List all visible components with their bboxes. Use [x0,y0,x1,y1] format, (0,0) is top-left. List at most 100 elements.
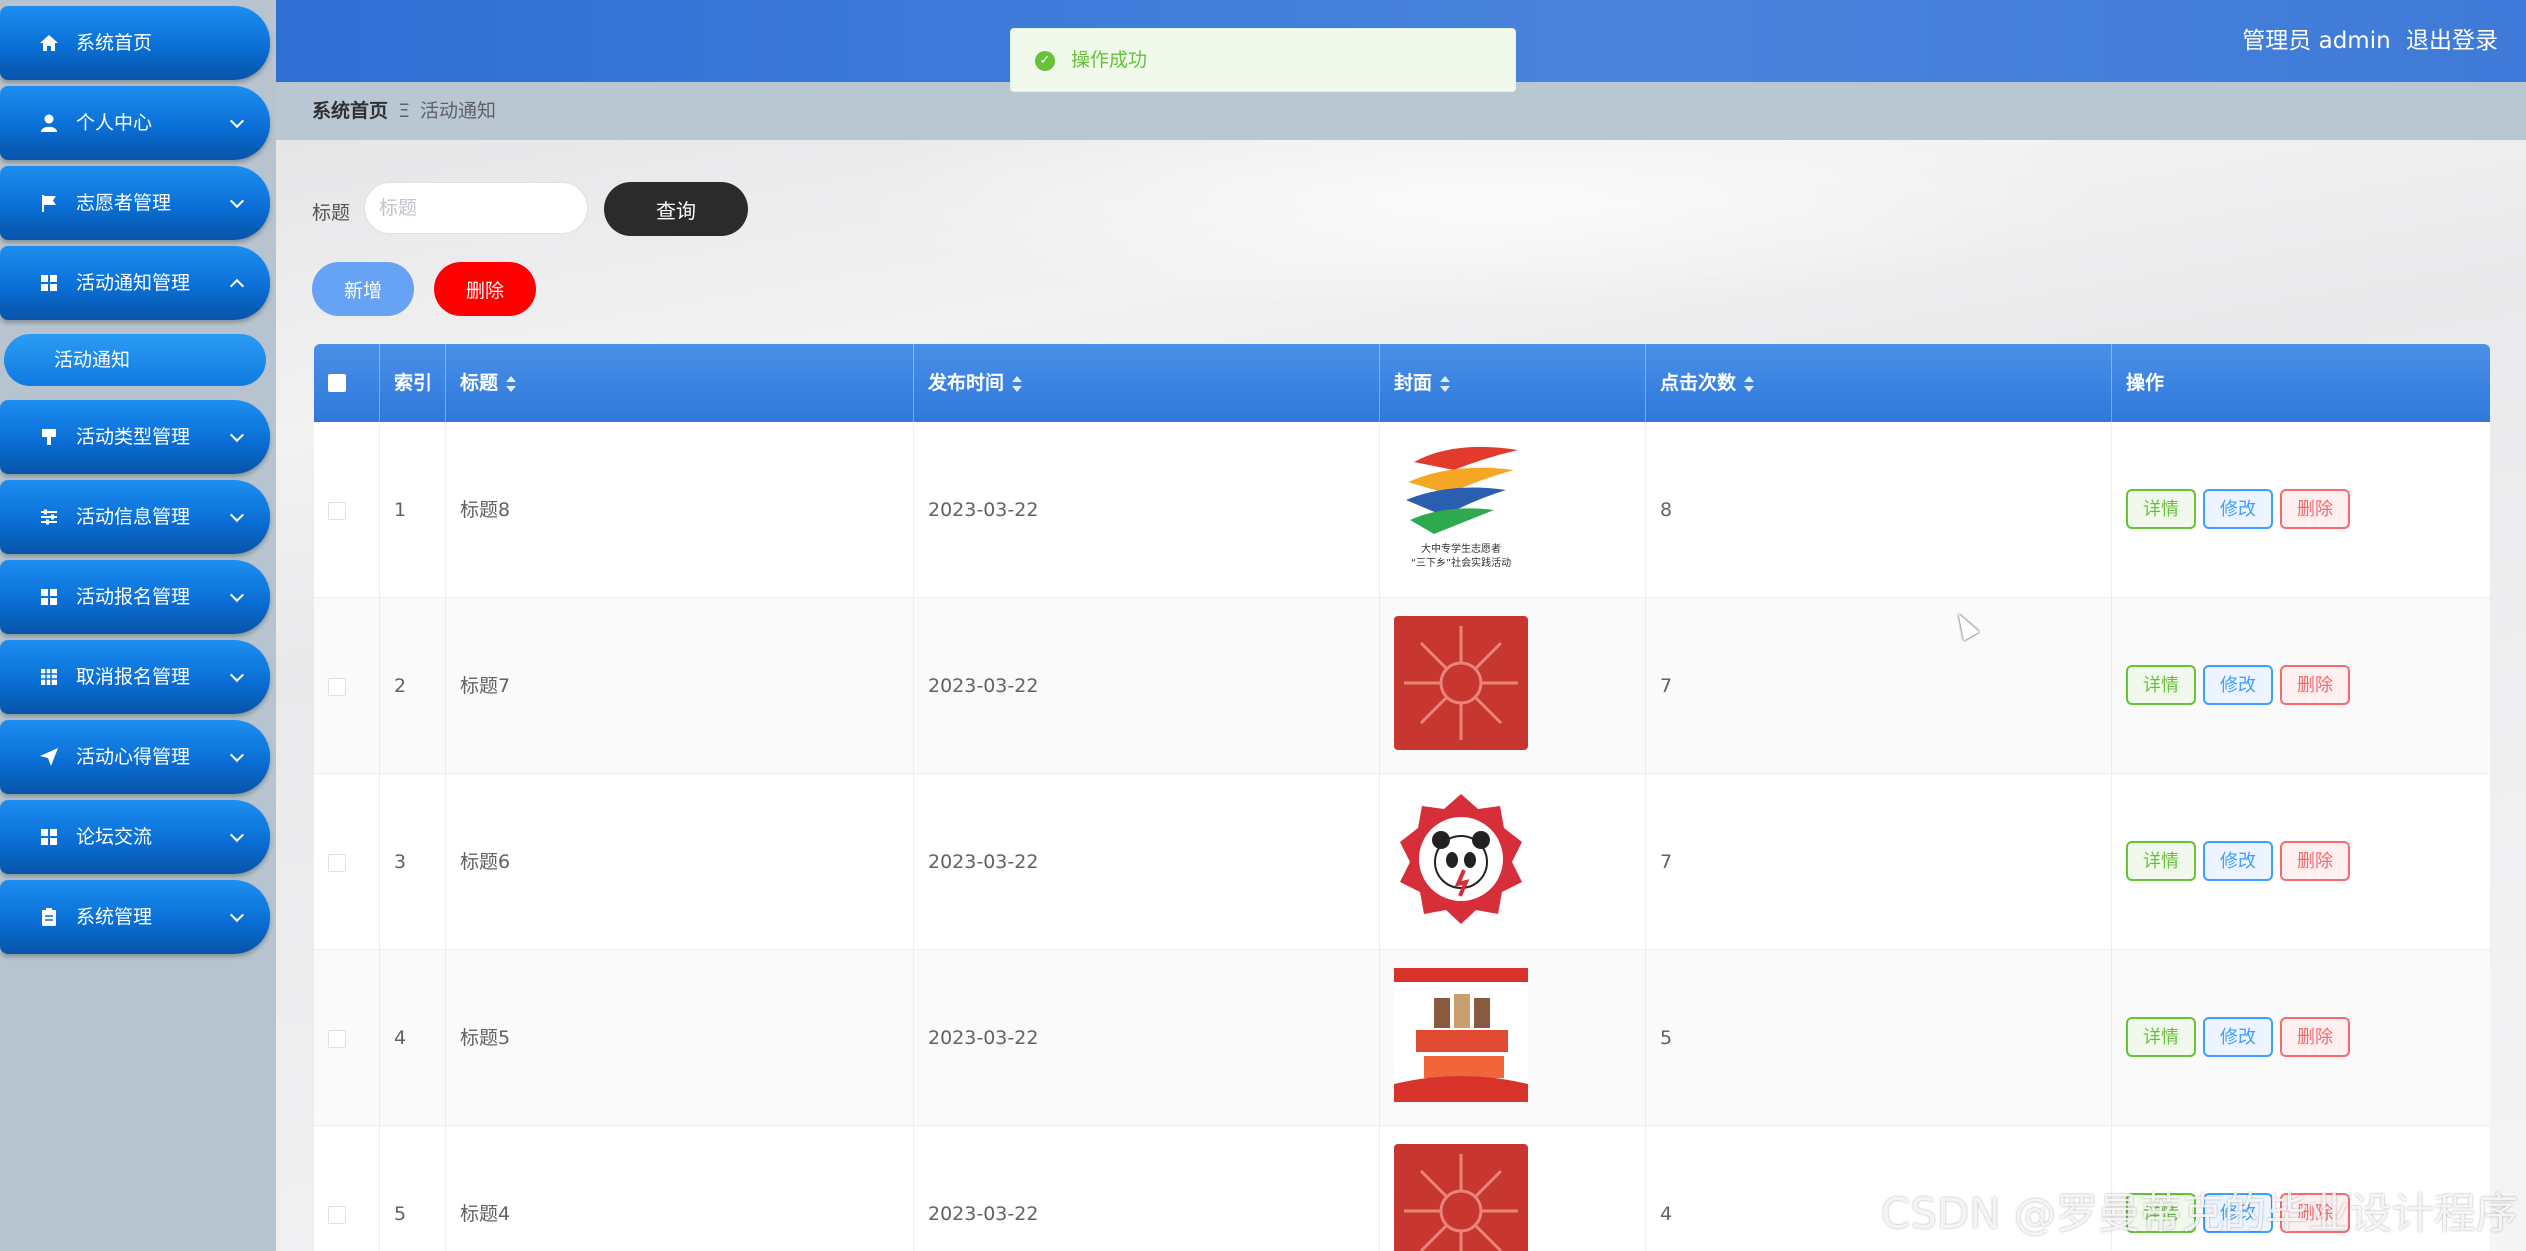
sidebar-item-label: 活动信息管理 [76,506,191,528]
sidebar-item-personal[interactable]: 个人中心 [0,86,270,160]
breadcrumb-current: 活动通知 [420,100,497,122]
add-button[interactable]: 新增 [312,262,414,316]
breadcrumb-home[interactable]: 系统首页 [312,100,388,122]
sidebar-item-label: 活动心得管理 [76,746,191,768]
row-checkbox[interactable] [328,502,346,520]
sidebar-item-label: 系统首页 [76,32,153,54]
column-date-label: 发布时间 [928,372,1005,394]
sidebar-item-forum[interactable]: 论坛交流 [0,800,270,874]
row-select-cell [314,1126,380,1251]
cover-panda-badge-image[interactable] [1394,792,1528,926]
cell-clicks: 7 [1646,598,2112,774]
table-row: 3 标题6 2023-03-22 7 详情 修改 删除 [314,774,2490,950]
cell-cover: 大中专学生志愿者 “三下乡”社会实践活动 [1380,422,1646,598]
chevron-down-icon [229,667,245,683]
detail-button[interactable]: 详情 [2126,665,2196,705]
detail-button[interactable]: 详情 [2126,489,2196,529]
cell-title: 标题8 [446,422,914,598]
user-icon [38,112,60,134]
detail-button[interactable]: 详情 [2126,841,2196,881]
column-cover-label: 封面 [1394,372,1433,394]
row-delete-button[interactable]: 删除 [2280,1017,2350,1057]
sidebar-subitem-notice[interactable]: 活动通知 [4,334,266,386]
row-delete-button[interactable]: 删除 [2280,841,2350,881]
table-icon [38,666,60,688]
row-checkbox[interactable] [328,678,346,696]
cell-clicks: 7 [1646,774,2112,950]
main-content: 标题 查询 新增 删除 索引 标题 发布时间 封面 点击次数 操作 1 标题8 … [276,140,2526,1251]
row-delete-button[interactable]: 删除 [2280,665,2350,705]
chevron-down-icon [229,427,245,443]
cell-index: 3 [380,774,446,950]
column-title-label: 标题 [460,372,499,394]
sidebar: 系统首页 个人中心 志愿者管理 活动通知管理 活动通知 活动类型管理 活动信息管… [0,0,276,1251]
column-clicks[interactable]: 点击次数 [1646,344,2112,422]
row-select-cell [314,598,380,774]
row-delete-button[interactable]: 删除 [2280,489,2350,529]
sidebar-item-info-mgmt[interactable]: 活动信息管理 [0,480,270,554]
sidebar-item-label: 个人中心 [76,112,153,134]
sidebar-item-notice-mgmt[interactable]: 活动通知管理 [0,246,270,320]
sidebar-item-signup-mgmt[interactable]: 活动报名管理 [0,560,270,634]
cell-title: 标题7 [446,598,914,774]
chevron-down-icon [229,587,245,603]
cell-index: 5 [380,1126,446,1251]
sidebar-item-cancel-mgmt[interactable]: 取消报名管理 [0,640,270,714]
detail-button[interactable]: 详情 [2126,1017,2196,1057]
search-label: 标题 [312,202,351,224]
column-clicks-label: 点击次数 [1660,372,1737,394]
grid-icon [38,586,60,608]
cell-index: 2 [380,598,446,774]
notice-table: 索引 标题 发布时间 封面 点击次数 操作 1 标题8 2023-03-22 大… [314,344,2490,1251]
sliders-icon [38,506,60,528]
sidebar-item-type-mgmt[interactable]: 活动类型管理 [0,400,270,474]
row-checkbox[interactable] [328,1030,346,1048]
batch-delete-button[interactable]: 删除 [434,262,536,316]
cell-title: 标题4 [446,1126,914,1251]
sort-icon[interactable] [506,375,517,392]
flag-icon [38,192,60,214]
column-date[interactable]: 发布时间 [914,344,1380,422]
breadcrumb-separator-icon: Ξ [398,100,411,122]
edit-button[interactable]: 修改 [2203,489,2273,529]
grid-icon [38,826,60,848]
row-checkbox[interactable] [328,1206,346,1224]
row-select-cell [314,774,380,950]
sidebar-item-label: 志愿者管理 [76,192,172,214]
row-checkbox[interactable] [328,854,346,872]
select-all-checkbox[interactable] [328,374,346,392]
sidebar-item-volunteers[interactable]: 志愿者管理 [0,166,270,240]
cell-index: 4 [380,950,446,1126]
cover-red-hands-image[interactable] [1394,616,1528,750]
sidebar-item-system[interactable]: 系统管理 [0,880,270,954]
watermark: CSDN @罗曼蒂克的毕业设计程序 [1880,1189,2518,1238]
check-circle-icon: ✓ [1035,51,1055,71]
cell-date: 2023-03-22 [914,1126,1380,1251]
row-select-cell [314,950,380,1126]
title-search-input[interactable] [364,182,588,234]
cover-red-hands-image[interactable] [1394,1144,1528,1251]
sort-icon[interactable] [1012,375,1023,392]
sidebar-item-home[interactable]: 系统首页 [0,6,270,80]
chevron-down-icon [229,747,245,763]
cover-poster-image[interactable] [1394,968,1528,1102]
sidebar-item-label: 取消报名管理 [76,666,191,688]
sidebar-item-label: 系统管理 [76,906,153,928]
cover-volunteer-logo-image[interactable]: 大中专学生志愿者 “三下乡”社会实践活动 [1394,440,1528,574]
column-actions: 操作 [2126,372,2165,394]
sort-icon[interactable] [1440,375,1451,392]
column-title[interactable]: 标题 [446,344,914,422]
sort-icon[interactable] [1744,375,1755,392]
edit-button[interactable]: 修改 [2203,1017,2273,1057]
home-icon [38,32,60,54]
sidebar-item-experience-mgmt[interactable]: 活动心得管理 [0,720,270,794]
logout-link[interactable]: 退出登录 [2406,28,2498,54]
table-body: 1 标题8 2023-03-22 大中专学生志愿者 “三下乡”社会实践活动 8 … [314,422,2490,1251]
column-cover[interactable]: 封面 [1380,344,1646,422]
query-button[interactable]: 查询 [604,182,748,236]
cell-date: 2023-03-22 [914,598,1380,774]
chevron-down-icon [229,827,245,843]
column-index: 索引 [380,344,446,422]
edit-button[interactable]: 修改 [2203,665,2273,705]
edit-button[interactable]: 修改 [2203,841,2273,881]
